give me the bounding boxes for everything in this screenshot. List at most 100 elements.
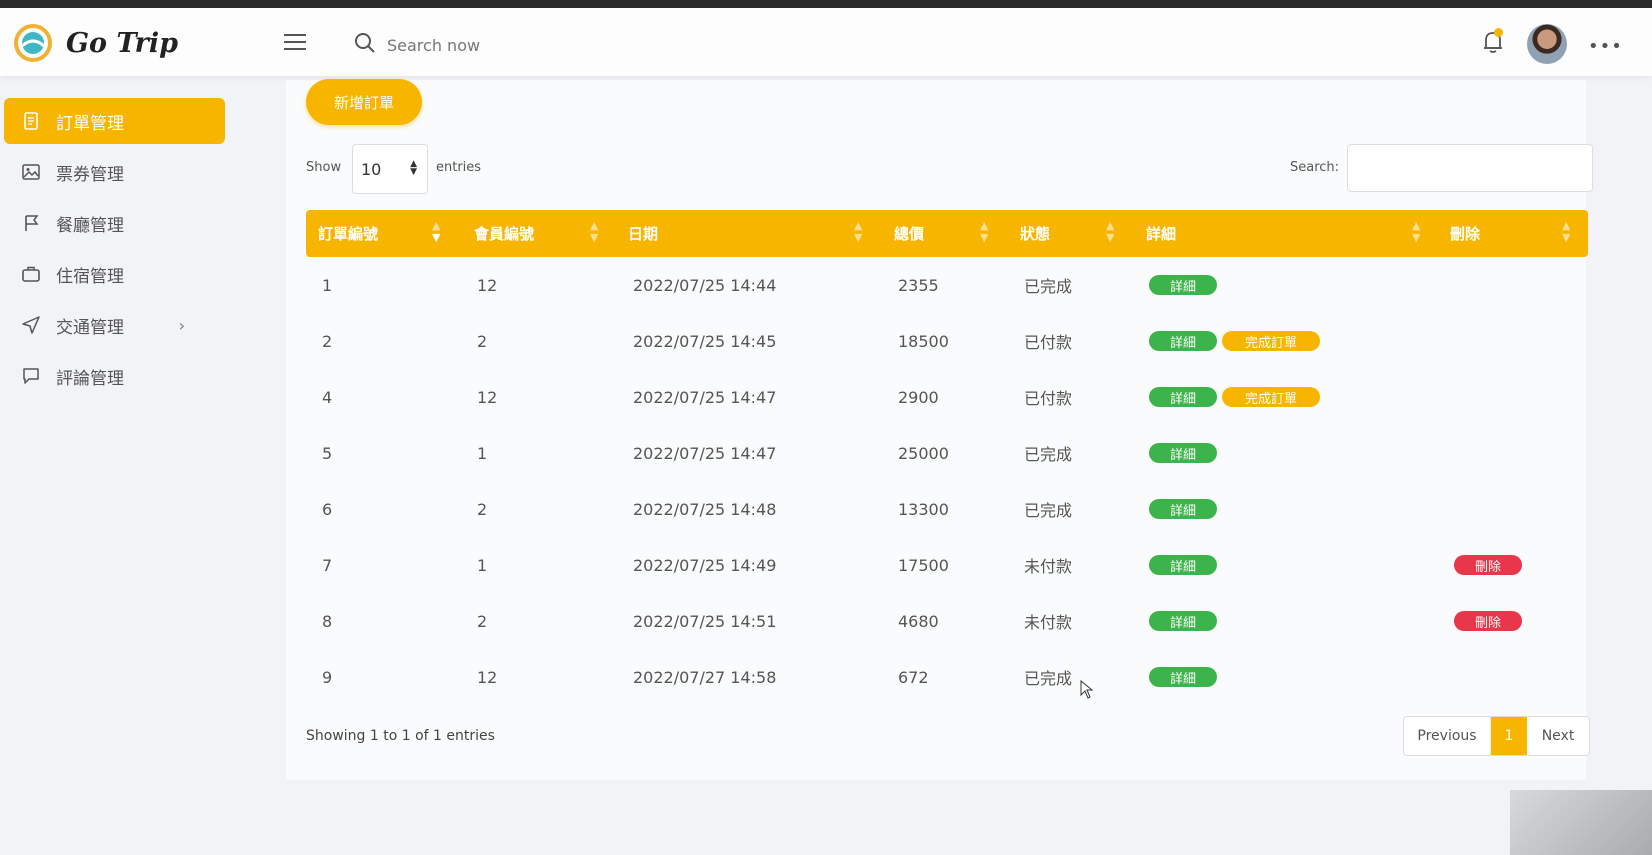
cell-detail: 詳細 完成訂單 <box>1149 313 1320 369</box>
sidebar-item-tickets[interactable]: 票券管理 <box>4 149 225 195</box>
document-icon <box>20 112 42 130</box>
sidebar-item-label: 評論管理 <box>56 368 124 389</box>
cell-status: 已付款 <box>1024 389 1073 408</box>
cell-member-id: 1 <box>477 443 488 463</box>
mouse-cursor-icon <box>1080 680 1094 699</box>
select-arrows-icon: ▲ ▼ <box>410 159 417 177</box>
webcam-overlay <box>1510 790 1652 855</box>
hamburger-menu-icon[interactable] <box>284 34 306 52</box>
column-header-status[interactable]: 狀態 <box>1020 210 1050 257</box>
cell-detail: 詳細 <box>1149 649 1217 705</box>
detail-button[interactable]: 詳細 <box>1149 499 1217 519</box>
cell-status: 未付款 <box>1024 613 1073 632</box>
cell-date: 2022/07/25 14:51 <box>633 611 777 631</box>
sidebar-item-transport[interactable]: 交通管理 › <box>4 302 225 348</box>
detail-button[interactable]: 詳細 <box>1149 555 1217 575</box>
next-page-button[interactable]: Next <box>1527 717 1589 755</box>
column-header-detail[interactable]: 詳細 <box>1146 210 1176 257</box>
page-1-button[interactable]: 1 <box>1491 717 1527 755</box>
cell-member-id: 1 <box>477 555 488 575</box>
table-row: 6 2 2022/07/25 14:48 13300 已完成 詳細 <box>306 481 1588 537</box>
more-options-icon[interactable]: ••• <box>1588 36 1623 57</box>
avatar[interactable] <box>1527 24 1567 64</box>
sidebar: 訂單管理 票券管理 餐廳管理 住宿管理 交通管理 › 評論管理 <box>0 76 245 855</box>
cell-member-id: 2 <box>477 499 488 519</box>
table-search-input[interactable] <box>1347 144 1593 192</box>
cell-date: 2022/07/25 14:48 <box>633 499 777 519</box>
cell-delete: 刪除 <box>1454 593 1522 649</box>
cell-member-id: 12 <box>477 667 498 687</box>
sort-icon[interactable]: ▲ ▼ <box>432 220 440 244</box>
sort-icon[interactable]: ▲ ▼ <box>854 220 862 244</box>
sidebar-item-orders[interactable]: 訂單管理 <box>4 98 225 144</box>
cell-order-id: 6 <box>322 499 333 519</box>
cell-total: 18500 <box>898 331 949 351</box>
show-label: Show <box>306 160 342 175</box>
detail-button[interactable]: 詳細 <box>1149 667 1217 687</box>
table-row: 9 12 2022/07/27 14:58 672 已完成 詳細 <box>306 649 1588 705</box>
cell-member-id: 2 <box>477 331 488 351</box>
cell-date: 2022/07/27 14:58 <box>633 667 777 687</box>
page-length-select[interactable]: 10 ▲ ▼ <box>352 144 428 194</box>
sort-icon[interactable]: ▲ ▼ <box>1562 220 1570 244</box>
cell-detail: 詳細 <box>1149 537 1217 593</box>
detail-button[interactable]: 詳細 <box>1149 331 1217 351</box>
column-header-label: 訂單編號 <box>318 225 379 243</box>
cell-total: 2900 <box>898 387 939 407</box>
cell-total: 25000 <box>898 443 949 463</box>
column-header-order-id[interactable]: 訂單編號 <box>318 210 378 257</box>
complete-order-button[interactable]: 完成訂單 <box>1222 331 1320 351</box>
table-info: Showing 1 to 1 of 1 entries <box>306 728 495 744</box>
sort-icon[interactable]: ▲ ▼ <box>1106 220 1114 244</box>
briefcase-icon <box>20 266 42 282</box>
cell-order-id: 9 <box>322 667 333 687</box>
table-search-label: Search: <box>1290 160 1340 175</box>
column-header-date[interactable]: 日期 <box>628 210 658 257</box>
sidebar-item-reviews[interactable]: 評論管理 <box>4 353 225 399</box>
delete-button[interactable]: 刪除 <box>1454 611 1522 631</box>
detail-button[interactable]: 詳細 <box>1149 387 1217 407</box>
cell-detail: 詳細 <box>1149 257 1217 313</box>
logo-icon <box>14 24 52 62</box>
cell-total: 672 <box>898 667 929 687</box>
column-header-member-id[interactable]: 會員編號 <box>474 210 534 257</box>
column-header-label: 狀態 <box>1020 225 1051 243</box>
cell-member-id: 12 <box>477 275 498 295</box>
cell-member-id: 12 <box>477 387 498 407</box>
page-length-value: 10 <box>361 159 382 179</box>
sidebar-item-lodging[interactable]: 住宿管理 <box>4 251 225 297</box>
detail-button[interactable]: 詳細 <box>1149 443 1217 463</box>
previous-page-button[interactable]: Previous <box>1404 717 1491 755</box>
detail-button[interactable]: 詳細 <box>1149 275 1217 295</box>
image-icon <box>20 164 42 180</box>
column-header-delete[interactable]: 刪除 <box>1450 210 1480 257</box>
cell-order-id: 8 <box>322 611 333 631</box>
delete-button[interactable]: 刪除 <box>1454 555 1522 575</box>
complete-order-button[interactable]: 完成訂單 <box>1222 387 1320 407</box>
search-icon <box>355 33 375 53</box>
column-header-total[interactable]: 總價 <box>894 210 924 257</box>
sidebar-item-restaurants[interactable]: 餐廳管理 <box>4 200 225 246</box>
search-input[interactable] <box>385 30 689 60</box>
detail-button[interactable]: 詳細 <box>1149 611 1217 631</box>
table-row: 2 2 2022/07/25 14:45 18500 已付款 詳細 完成訂單 <box>306 313 1588 369</box>
cell-date: 2022/07/25 14:47 <box>633 387 777 407</box>
chat-icon <box>20 367 42 385</box>
add-order-button[interactable]: 新增訂單 <box>306 79 422 125</box>
cell-order-id: 5 <box>322 443 333 463</box>
cell-order-id: 2 <box>322 331 333 351</box>
notification-dot <box>1494 28 1503 37</box>
sort-icon[interactable]: ▲ ▼ <box>1412 220 1420 244</box>
table-row: 7 1 2022/07/25 14:49 17500 未付款 詳細 刪除 <box>306 537 1588 593</box>
cell-status: 未付款 <box>1024 557 1073 576</box>
cell-detail: 詳細 完成訂單 <box>1149 369 1320 425</box>
pagination: Previous 1 Next <box>1403 716 1590 756</box>
column-header-label: 詳細 <box>1146 225 1177 243</box>
sort-icon[interactable]: ▲ ▼ <box>980 220 988 244</box>
table-row: 1 12 2022/07/25 14:44 2355 已完成 詳細 <box>306 257 1588 313</box>
cell-status: 已完成 <box>1024 277 1073 296</box>
column-header-label: 刪除 <box>1450 225 1481 243</box>
column-header-label: 總價 <box>894 225 925 243</box>
sort-icon[interactable]: ▲ ▼ <box>590 220 598 244</box>
brand-name[interactable]: Go Trip <box>66 28 178 59</box>
